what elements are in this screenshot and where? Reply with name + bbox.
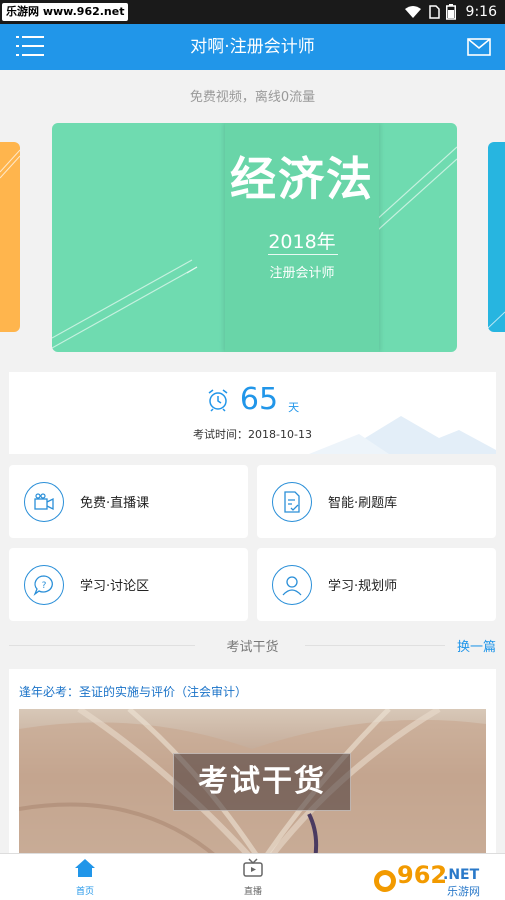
video-camera-icon <box>24 481 64 522</box>
clock-time: 9:16 <box>465 4 497 20</box>
battery-icon <box>445 4 456 20</box>
svg-text:?: ? <box>42 581 47 591</box>
exam-date: 考试时间：2018-10-13 <box>193 428 312 441</box>
countdown-unit: 天 <box>288 400 300 414</box>
article-title[interactable]: 逢年必考：圣证的实施与评价（注会审计） <box>19 683 247 700</box>
carousel-prev-card[interactable] <box>0 142 20 332</box>
logo-suffix: .NET <box>443 867 480 883</box>
course-banner[interactable]: 经济法 2018年 注册会计师 <box>52 123 457 352</box>
feature-label: 学习·规划师 <box>328 579 398 594</box>
tab-home[interactable]: 首页 <box>55 858 115 897</box>
section-title: 考试干货 <box>226 640 279 655</box>
feature-label: 学习·讨论区 <box>80 579 150 594</box>
tab-live[interactable]: 直播 <box>223 858 283 897</box>
tab-label: 直播 <box>243 887 262 897</box>
status-bar: 乐游网 www.962.net 9:16 <box>0 0 505 24</box>
app-header: 对啊·注册会计师 <box>0 24 505 70</box>
refresh-article-button[interactable]: 换一篇 <box>457 636 496 655</box>
banner-divider <box>268 254 338 255</box>
alarm-clock-icon <box>208 388 228 412</box>
watermark-label: 乐游网 www.962.net <box>2 3 129 21</box>
962-watermark-logo: 962 .NET 乐游网 <box>369 859 497 899</box>
subtitle-text: 免费视频，离线0流量 <box>189 90 316 105</box>
feature-discussion[interactable]: ? 学习·讨论区 <box>9 548 248 621</box>
feature-planner[interactable]: 学习·规划师 <box>257 548 496 621</box>
sim-icon <box>428 5 440 19</box>
banner-title: 经济法 <box>230 152 374 206</box>
feature-question-bank[interactable]: 智能·刷题库 <box>257 465 496 538</box>
banner-year: 2018年 <box>268 231 336 253</box>
mail-icon[interactable] <box>467 37 491 57</box>
exam-countdown: 65 天 考试时间：2018-10-13 <box>9 372 496 454</box>
user-icon <box>272 564 312 605</box>
banner-subtitle: 注册会计师 <box>269 266 335 281</box>
logo-number: 962 <box>397 861 447 889</box>
article-image-label: 考试干货 <box>173 753 351 811</box>
status-icons: 9:16 <box>404 0 497 24</box>
wifi-icon <box>404 6 421 18</box>
question-bubble-icon: ? <box>24 564 64 605</box>
article-card[interactable]: 逢年必考：圣证的实施与评价（注会审计） 考试干货 <box>9 669 496 859</box>
tab-label: 首页 <box>75 887 94 897</box>
carousel-next-card[interactable] <box>488 142 505 332</box>
checklist-icon <box>272 481 312 522</box>
feature-label: 智能·刷题库 <box>328 496 398 511</box>
feature-label: 免费·直播课 <box>80 496 150 511</box>
tv-icon <box>243 858 263 877</box>
page-title: 对啊·注册会计师 <box>190 37 315 57</box>
home-icon <box>75 859 95 877</box>
feature-live-class[interactable]: 免费·直播课 <box>9 465 248 538</box>
countdown-days: 65 <box>239 382 279 417</box>
logo-cn: 乐游网 <box>447 885 480 898</box>
article-image: 考试干货 <box>19 709 486 859</box>
